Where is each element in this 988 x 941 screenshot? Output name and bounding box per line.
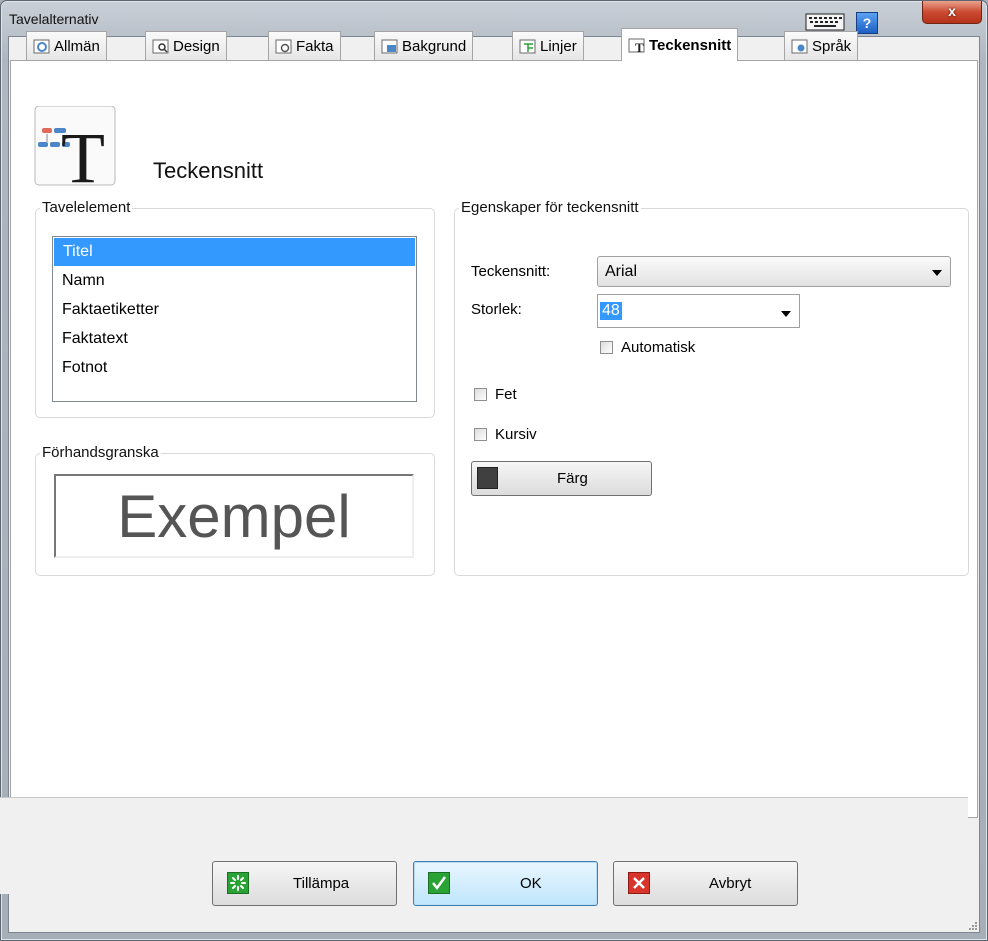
italic-label: Kursiv	[495, 426, 537, 443]
bold-label: Fet	[495, 386, 517, 403]
color-button-label: Färg	[557, 470, 588, 487]
window-title: Tavelalternativ	[9, 11, 99, 27]
automatic-label: Automatisk	[621, 339, 696, 356]
bold-checkbox[interactable]	[474, 388, 487, 401]
lines-icon	[519, 39, 536, 54]
tab-sprak[interactable]: Språk	[784, 31, 859, 60]
help-button[interactable]: ?	[856, 12, 878, 34]
list-item[interactable]: Fotnot	[53, 353, 416, 382]
ok-button-label: OK	[520, 875, 542, 892]
checkmark-icon	[428, 872, 450, 894]
italic-checkbox[interactable]	[474, 428, 487, 441]
font-label: Teckensnitt:	[471, 263, 551, 280]
tab-allman[interactable]: Allmän	[26, 31, 107, 60]
font-select-value: Arial	[605, 263, 638, 280]
ok-button[interactable]: OK	[413, 861, 598, 906]
tab-label: Fakta	[296, 37, 334, 55]
size-combobox[interactable]: 48	[597, 294, 800, 328]
tab-teckensnitt[interactable]: T Teckensnitt	[621, 28, 739, 61]
tab-label: Linjer	[540, 37, 577, 55]
design-icon	[152, 39, 169, 54]
group-label: Förhandsgranska	[40, 444, 161, 461]
font-select[interactable]: Arial	[597, 256, 951, 287]
chevron-down-icon[interactable]	[781, 311, 791, 317]
close-icon	[628, 872, 650, 894]
cancel-button-label: Avbryt	[709, 875, 752, 892]
close-button[interactable]: x	[922, 1, 982, 24]
language-icon	[791, 39, 808, 54]
automatic-checkbox[interactable]	[600, 341, 613, 354]
resize-grip-icon[interactable]	[968, 918, 978, 930]
size-label: Storlek:	[471, 301, 522, 318]
tab-label: Bakgrund	[402, 37, 467, 55]
tab-label: Allmän	[54, 37, 100, 55]
svg-text:T: T	[61, 118, 105, 186]
color-swatch	[477, 467, 498, 489]
font-settings-icon: T	[24, 105, 120, 198]
element-listbox[interactable]: Titel Namn Faktaetiketter Faktatext Fotn…	[52, 236, 417, 402]
tab-label: Design	[173, 37, 220, 55]
tab-bakgrund[interactable]: Bakgrund	[374, 31, 474, 60]
settings-icon	[33, 39, 50, 54]
cancel-button[interactable]: Avbryt	[613, 861, 798, 906]
tab-design[interactable]: Design	[145, 31, 227, 60]
color-button[interactable]: Färg	[471, 461, 652, 496]
page-title: Teckensnitt	[153, 158, 264, 183]
list-item[interactable]: Faktaetiketter	[53, 295, 416, 324]
tab-fakta[interactable]: Fakta	[268, 31, 341, 60]
group-label: Tavelelement	[40, 199, 133, 216]
list-item[interactable]: Namn	[53, 266, 416, 295]
apply-button-label: Tillämpa	[293, 875, 350, 892]
preview-sample: Exempel	[54, 474, 414, 558]
apply-icon	[227, 872, 249, 894]
tab-linjer[interactable]: Linjer	[512, 31, 584, 60]
svg-text:T: T	[635, 40, 644, 53]
group-label: Egenskaper för teckensnitt	[459, 199, 641, 216]
size-value: 48	[600, 302, 622, 320]
tab-label: Språk	[812, 37, 852, 55]
chevron-down-icon[interactable]	[932, 270, 942, 276]
list-item[interactable]: Titel	[54, 238, 415, 266]
background-icon	[381, 39, 398, 54]
apply-button[interactable]: Tillämpa	[212, 861, 397, 906]
tab-label: Teckensnitt	[649, 36, 732, 54]
font-icon: T	[628, 38, 645, 55]
facts-icon	[275, 39, 292, 54]
list-item[interactable]: Faktatext	[53, 324, 416, 353]
